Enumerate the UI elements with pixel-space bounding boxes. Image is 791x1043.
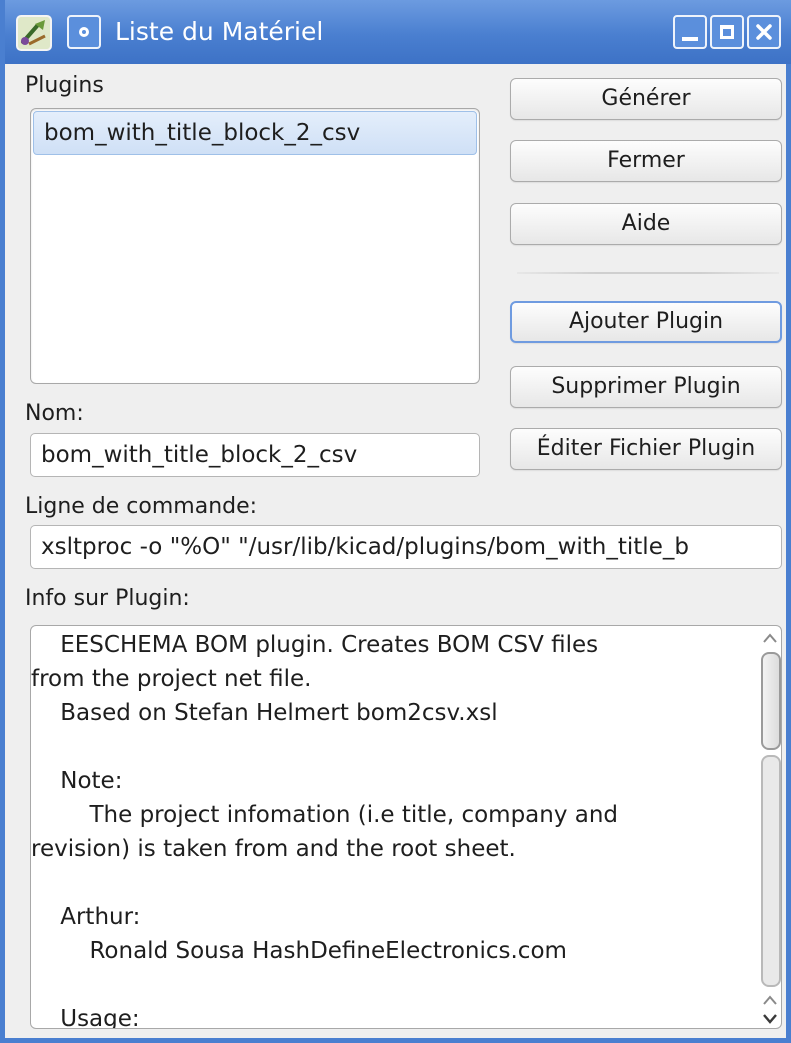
scroll-up-button[interactable] [757,628,783,648]
plugins-list[interactable]: bom_with_title_block_2_csv [30,108,480,384]
plugin-name-field[interactable]: bom_with_title_block_2_csv [30,433,480,477]
name-label: Nom: [25,401,84,426]
command-line-field[interactable]: xsltproc -o "%O" "/usr/lib/kicad/plugins… [30,525,782,569]
scroll-down-button[interactable] [757,1008,783,1028]
plugin-info-text: EESCHEMA BOM plugin. Creates BOM CSV fil… [31,632,619,1029]
bom-dialog-window: Liste du Matériel Plugins bom_with_title… [0,0,791,1043]
chevron-down-icon [763,1014,777,1024]
maximize-icon [720,25,734,39]
edit-plugin-file-button[interactable]: Éditer Fichier Plugin [510,428,782,470]
remove-plugin-button[interactable]: Supprimer Plugin [510,366,782,408]
plugin-info-textarea[interactable]: EESCHEMA BOM plugin. Creates BOM CSV fil… [30,625,782,1029]
title-bar[interactable]: Liste du Matériel [5,0,791,64]
help-button[interactable]: Aide [510,203,782,245]
maximize-button[interactable] [710,15,744,49]
minimize-icon [682,37,698,41]
scrollbar-track[interactable] [761,755,781,987]
plugins-label: Plugins [25,73,104,98]
chevron-up-icon [763,995,777,1005]
close-button[interactable]: Fermer [510,140,782,182]
window-menu-icon[interactable] [67,15,101,49]
chevron-up-icon [763,633,777,643]
close-window-button[interactable] [747,15,781,49]
kicad-app-icon [15,14,53,52]
close-icon [756,24,772,40]
scroll-down-up-button[interactable] [757,990,783,1010]
button-separator [517,272,779,274]
minimize-button[interactable] [673,15,707,49]
command-line-label: Ligne de commande: [25,494,258,519]
plugin-info-label: Info sur Plugin: [25,586,190,611]
plugin-list-item[interactable]: bom_with_title_block_2_csv [33,111,477,155]
add-plugin-button[interactable]: Ajouter Plugin [510,301,782,343]
generate-button[interactable]: Générer [510,78,782,120]
scrollbar-thumb[interactable] [761,652,781,750]
window-title: Liste du Matériel [115,17,324,46]
